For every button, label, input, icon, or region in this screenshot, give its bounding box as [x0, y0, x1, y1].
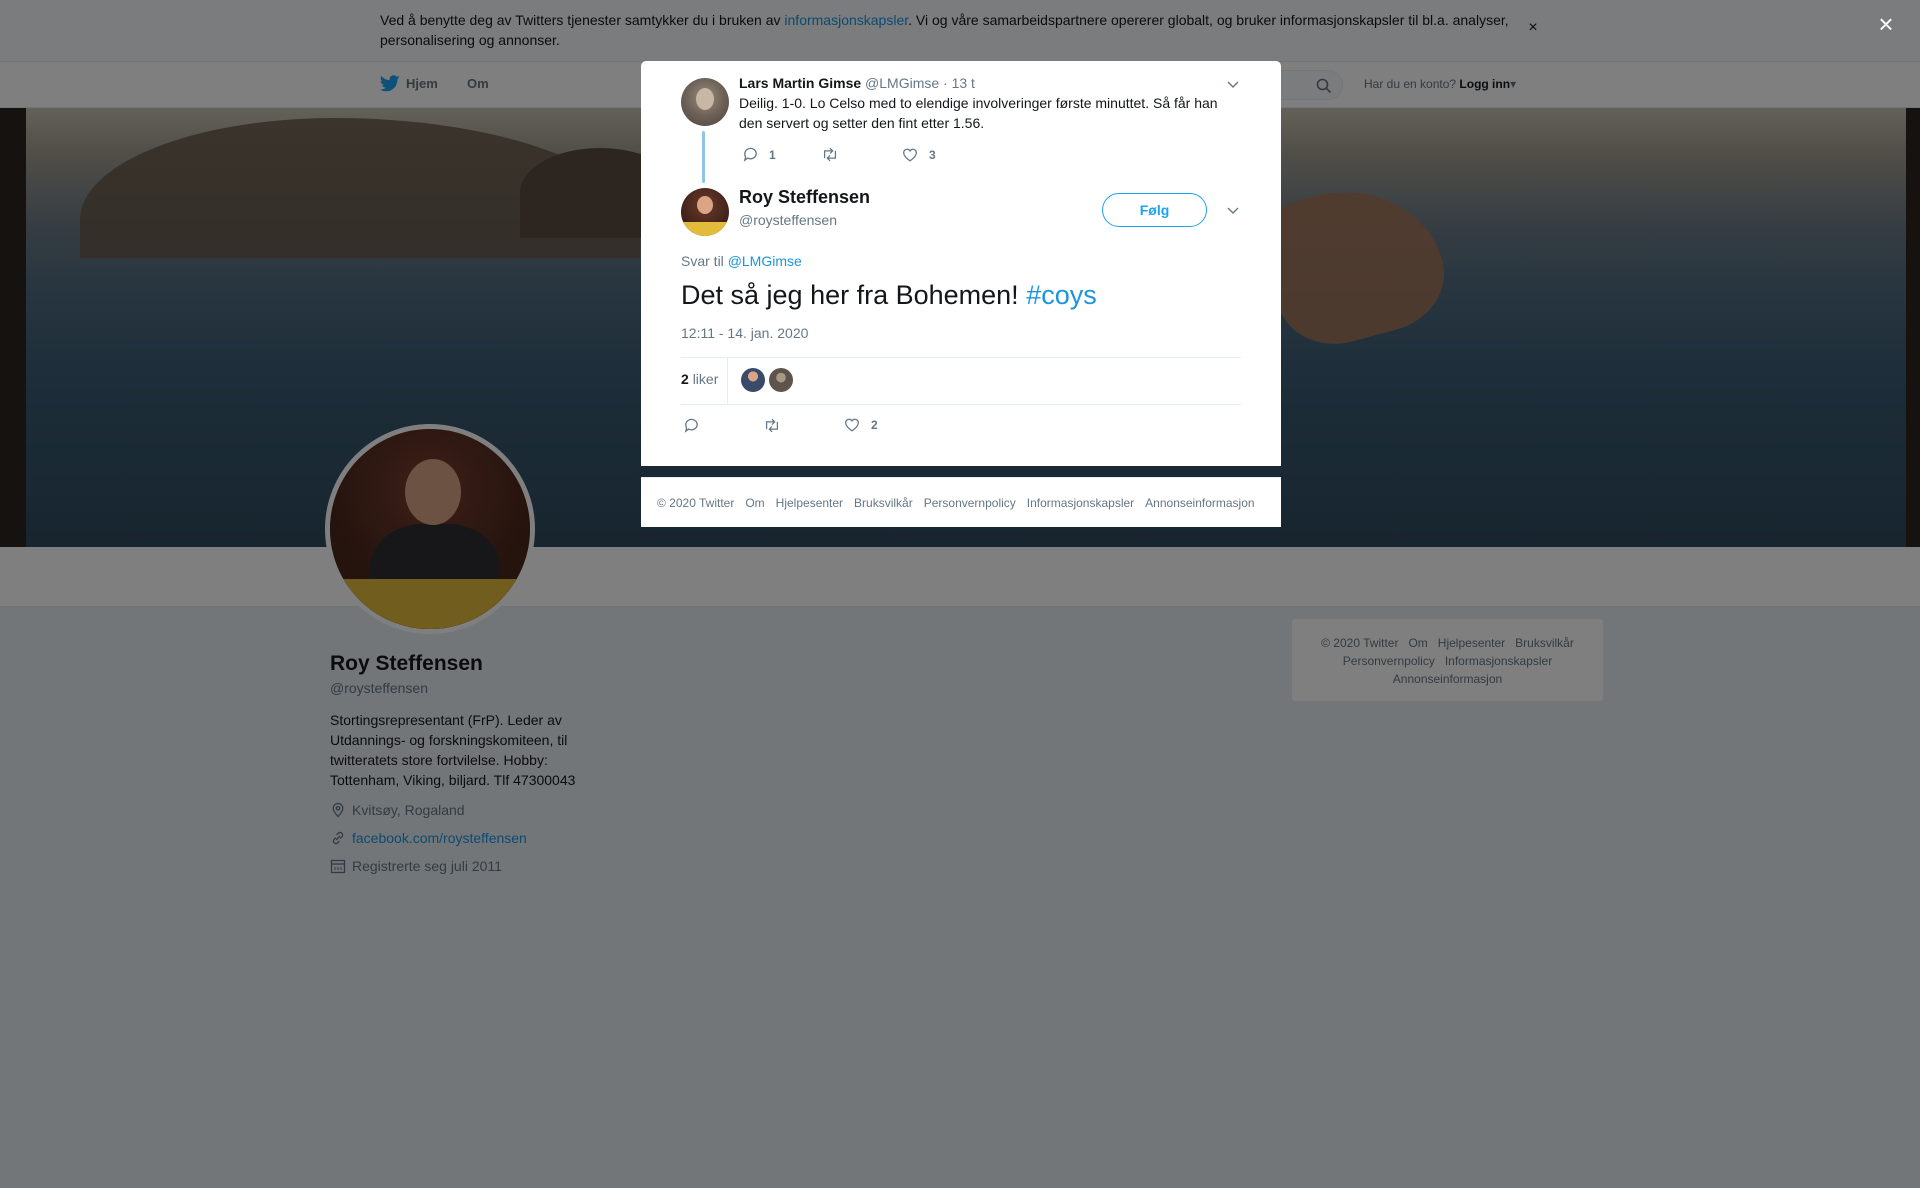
thread-connector — [702, 131, 705, 183]
like-count: 3 — [929, 147, 936, 162]
liker-avatar[interactable] — [769, 368, 793, 392]
reply-button[interactable]: 1 — [742, 146, 776, 163]
chevron-down-icon[interactable] — [1225, 202, 1241, 218]
retweet-button[interactable] — [821, 146, 849, 163]
retweet-button[interactable] — [763, 417, 781, 434]
reply-to-handle[interactable]: @LMGimse — [728, 253, 802, 269]
like-button[interactable]: 3 — [901, 146, 936, 163]
reply-icon — [743, 147, 757, 162]
follow-button[interactable]: Følg — [1102, 193, 1207, 227]
avatar[interactable] — [681, 188, 729, 236]
close-icon[interactable]: × — [1872, 10, 1900, 38]
tweet-hashtag[interactable]: #coys — [1026, 280, 1097, 310]
reply-button[interactable] — [683, 417, 700, 434]
parent-tweet-handle[interactable]: @LMGimse — [865, 75, 939, 91]
footer-link[interactable]: Hjelpesenter — [776, 496, 843, 510]
tweet-stats: 2 liker — [681, 357, 1241, 405]
reply-icon — [684, 418, 698, 433]
liker-avatar[interactable] — [741, 368, 765, 392]
parent-tweet-time[interactable]: · 13 t — [943, 75, 975, 91]
tweet-text: Det så jeg her fra Bohemen! #coys — [681, 278, 1097, 312]
likes-stat-label: liker — [692, 371, 719, 387]
footer-link[interactable]: © 2020 Twitter — [657, 496, 734, 510]
chevron-down-icon[interactable] — [1225, 76, 1241, 92]
footer-link[interactable]: Annonseinformasjon — [1145, 496, 1254, 510]
divider — [727, 358, 728, 404]
footer-link[interactable]: Bruksvilkår — [854, 496, 913, 510]
parent-tweet-text: Deilig. 1-0. Lo Celso med to elendige in… — [739, 95, 1218, 131]
retweet-icon — [765, 418, 779, 433]
tweet-text-body: Det så jeg her fra Bohemen! — [681, 280, 1027, 310]
like-count: 2 — [871, 417, 878, 432]
likes-stat-count: 2 — [681, 371, 689, 387]
parent-tweet-author[interactable]: Lars Martin Gimse — [739, 75, 861, 91]
retweet-icon — [823, 147, 837, 162]
reply-count: 1 — [769, 147, 776, 162]
tweet-author-handle[interactable]: @roysteffensen — [739, 212, 837, 228]
footer-link[interactable]: Informasjonskapsler — [1027, 496, 1134, 510]
modal-footer: © 2020 Twitter Om Hjelpesenter Bruksvilk… — [641, 477, 1281, 527]
like-button[interactable]: 2 — [843, 416, 878, 433]
heart-icon — [845, 418, 859, 432]
tweet-timestamp[interactable]: 12:11 - 14. jan. 2020 — [681, 325, 808, 341]
footer-link[interactable]: Om — [745, 496, 764, 510]
avatar[interactable] — [681, 78, 729, 126]
heart-icon — [903, 148, 917, 162]
reply-to-line: Svar til @LMGimse — [681, 253, 802, 269]
footer-link[interactable]: Personvernpolicy — [924, 496, 1016, 510]
likes-stat[interactable]: 2 liker — [681, 371, 718, 387]
reply-to-label: Svar til — [681, 253, 724, 269]
parent-tweet-header: Lars Martin Gimse @LMGimse · 13 t — [739, 75, 975, 91]
tweet-author-name[interactable]: Roy Steffensen — [739, 187, 870, 208]
